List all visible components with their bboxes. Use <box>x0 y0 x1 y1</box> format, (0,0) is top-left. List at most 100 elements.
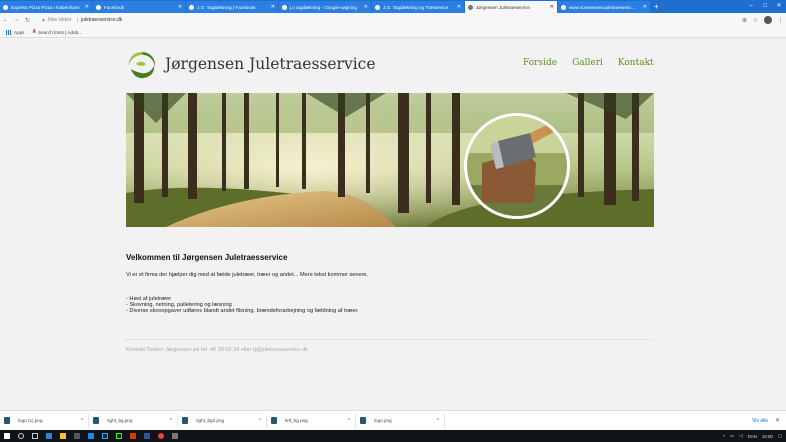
site-title[interactable]: Jørgensen Juletraesservice <box>165 55 376 73</box>
intro-text: Vi er et firma der hjælper dig med at fæ… <box>126 272 369 278</box>
chevron-up-icon[interactable]: ^ <box>348 418 350 424</box>
chevron-up-icon[interactable]: ^ <box>259 418 261 424</box>
bookmark-label: Apps <box>14 29 25 35</box>
forest-banner-image <box>126 93 654 227</box>
download-filename: right_bg.png <box>107 418 133 423</box>
menu-icon[interactable]: ⋮ <box>775 17 786 24</box>
clock[interactable]: 10:00 <box>762 434 773 439</box>
os-taskbar: ^ ▭ ◁ DAN 10:00 ▢ <box>0 430 786 442</box>
image-file-icon <box>4 417 10 424</box>
browser-tab[interactable]: Facebook ✕ <box>93 1 185 13</box>
file-explorer-icon[interactable] <box>56 430 70 442</box>
maximize-icon[interactable]: □ <box>758 0 772 13</box>
tray-chevron-icon[interactable]: ^ <box>723 434 725 439</box>
footer-divider <box>126 339 654 340</box>
volume-icon[interactable]: ◁ <box>739 433 742 439</box>
back-icon[interactable]: ← <box>0 17 11 23</box>
apps-grid-icon <box>6 29 11 35</box>
close-tab-icon[interactable]: ✕ <box>643 4 647 10</box>
download-filename: right_bg2.png <box>196 418 225 423</box>
browser-tab[interactable]: Express Pizza Pizza i København ✕ <box>0 1 92 13</box>
bookmark-adobe-fonts[interactable]: A Search fonts | Adob… <box>32 29 82 35</box>
close-tab-icon[interactable]: ✕ <box>271 4 275 10</box>
close-tab-icon[interactable]: ✕ <box>85 4 89 10</box>
close-tab-icon[interactable]: ✕ <box>178 4 182 10</box>
nav-link-galleri[interactable]: Galleri <box>572 58 603 68</box>
notifications-icon[interactable]: ▢ <box>778 433 782 439</box>
tab-label: Express Pizza Pizza i København <box>11 4 80 10</box>
language-indicator[interactable]: DAN <box>748 434 757 439</box>
nav-link-forside[interactable]: Forside <box>523 58 557 68</box>
favicon-icon <box>561 4 566 10</box>
download-item[interactable]: right_bg2.png ^ <box>178 413 267 428</box>
download-item[interactable]: logo (1).png ^ <box>0 413 89 428</box>
bookmark-apps[interactable]: Apps <box>6 29 25 35</box>
image-file-icon <box>271 417 277 424</box>
browser-tab[interactable]: www.vosserwww.juletraeservic… ✕ <box>558 1 650 13</box>
tab-label: www.vosserwww.juletraeservic… <box>569 4 637 10</box>
download-item[interactable]: logo.png ^ <box>356 413 445 428</box>
nav-link-kontakt[interactable]: Kontakt <box>618 58 654 68</box>
bookmarks-bar: Apps A Search fonts | Adob… <box>0 27 786 38</box>
reload-icon[interactable]: ↻ <box>22 17 33 24</box>
bookmark-star-icon[interactable]: ☆ <box>750 17 761 24</box>
bookmark-label: Search fonts | Adob… <box>38 29 83 35</box>
task-view-icon[interactable] <box>28 430 42 442</box>
browser-tab[interactable]: j.o tagdækning - Google-søgning ✕ <box>279 1 371 13</box>
info-icon[interactable]: ▲ <box>41 17 46 23</box>
search-icon[interactable] <box>14 430 28 442</box>
favicon-icon <box>282 4 287 10</box>
tab-strip: Express Pizza Pizza i København ✕ Facebook… <box>0 0 786 13</box>
browser-tab[interactable]: Jørgensen Juletraeservice ✕ <box>465 1 557 13</box>
address-bar[interactable]: ▲ Ikke sikker | juletraesservice.dk <box>37 15 733 25</box>
windows-start-icon[interactable] <box>0 430 14 442</box>
image-file-icon <box>182 417 188 424</box>
chrome-icon[interactable] <box>154 430 168 442</box>
dreamweaver-icon[interactable] <box>112 430 126 442</box>
tab-list: Express Pizza Pizza i København ✕ Facebook… <box>0 0 651 13</box>
download-filename: logo.png <box>374 418 392 423</box>
show-all-downloads-link[interactable]: Vis alle <box>752 418 768 424</box>
web-page: Jørgensen Juletraesservice Forside Galle… <box>0 39 786 410</box>
system-tray: ^ ▭ ◁ DAN 10:00 ▢ <box>718 430 782 442</box>
contact-text: Kontakt Torben Jørgensen på tel. 40 28 0… <box>126 347 308 353</box>
close-tab-icon[interactable]: ✕ <box>364 4 368 10</box>
download-item[interactable]: right_bg.png ^ <box>89 413 178 428</box>
store-icon[interactable] <box>70 430 84 442</box>
forward-icon[interactable]: → <box>11 17 22 23</box>
close-icon[interactable]: ✕ <box>775 417 780 424</box>
browser-tab[interactable]: J.O. Tagdækning og Træservice ✕ <box>372 1 464 13</box>
image-file-icon <box>360 417 366 424</box>
tab-label: Facebook <box>104 4 125 10</box>
word-icon[interactable] <box>140 430 154 442</box>
close-tab-icon[interactable]: ✕ <box>457 4 461 10</box>
close-tab-icon[interactable]: ✕ <box>550 4 554 10</box>
minimize-icon[interactable]: – <box>744 0 758 13</box>
mail-icon[interactable] <box>84 430 98 442</box>
downloads-shelf: logo (1).png ^ right_bg.png ^ right_bg2.pn… <box>0 410 786 430</box>
welcome-heading: Velkommen til Jørgensen Juletraesservice <box>126 253 288 262</box>
window-controls: – □ ✕ <box>744 0 786 13</box>
photoshop-icon[interactable] <box>98 430 112 442</box>
favicon-icon <box>468 4 473 10</box>
url-text: juletraesservice.dk <box>80 17 123 23</box>
close-window-icon[interactable]: ✕ <box>772 0 786 13</box>
new-tab-button[interactable]: + <box>654 1 659 13</box>
office-icon[interactable] <box>126 430 140 442</box>
download-item[interactable]: left_bg.png ^ <box>267 413 356 428</box>
tab-label: Jørgensen Juletraeservice <box>476 4 530 10</box>
security-label: Ikke sikker <box>47 17 72 23</box>
main-nav: Forside Galleri Kontakt <box>523 58 654 68</box>
chevron-up-icon[interactable]: ^ <box>437 418 439 424</box>
edge-icon[interactable] <box>42 430 56 442</box>
browser-tab[interactable]: J.O. Tagdækning | Facebook ✕ <box>186 1 278 13</box>
chevron-up-icon[interactable]: ^ <box>170 418 172 424</box>
zoom-icon[interactable]: ⊕ <box>739 17 750 24</box>
leaf-logo[interactable] <box>127 50 157 80</box>
chevron-up-icon[interactable]: ^ <box>81 418 83 424</box>
app-icon[interactable] <box>168 430 182 442</box>
favicon-icon <box>3 4 8 10</box>
profile-avatar[interactable] <box>764 16 772 24</box>
network-icon[interactable]: ▭ <box>730 433 734 439</box>
image-file-icon <box>93 417 99 424</box>
